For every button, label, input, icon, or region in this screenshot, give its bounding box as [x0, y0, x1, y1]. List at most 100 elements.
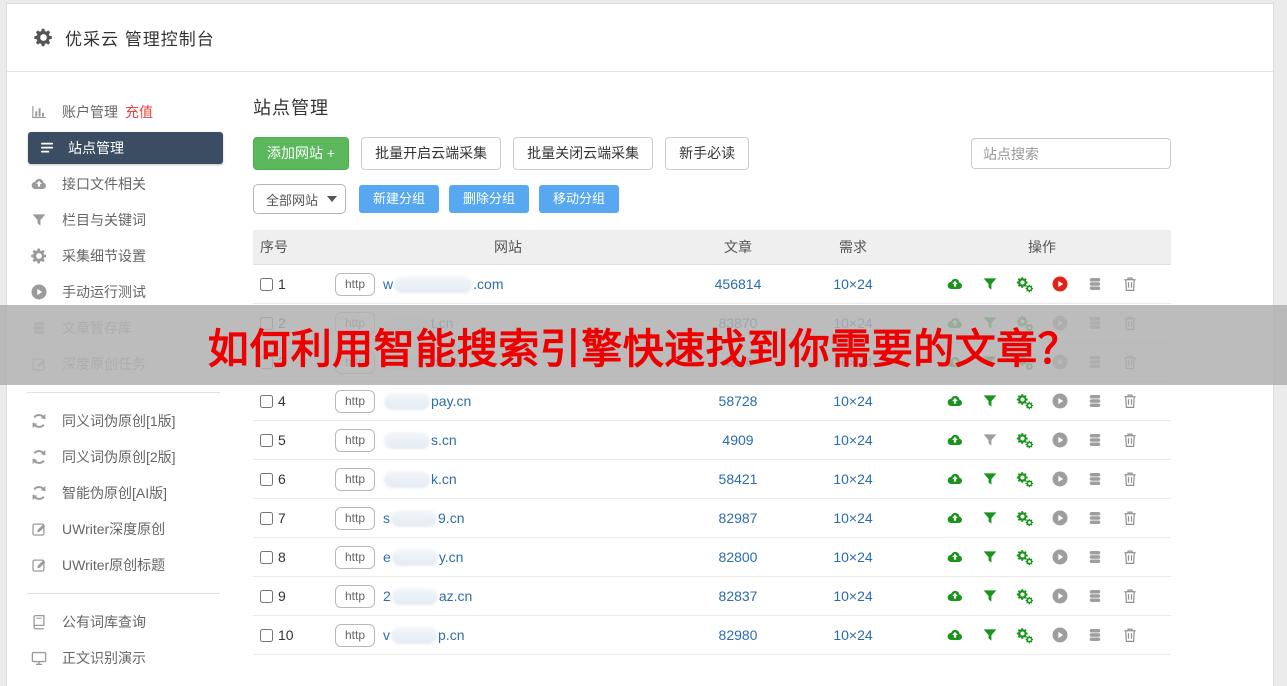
row-checkbox[interactable] [260, 433, 273, 447]
http-protocol-button[interactable]: http [335, 506, 376, 530]
filter-icon[interactable] [981, 548, 999, 566]
sidebar-item-account[interactable]: 账户管理 充值 [7, 94, 240, 130]
filter-icon[interactable] [981, 275, 999, 293]
row-checkbox[interactable] [260, 472, 273, 486]
articles-count-link[interactable]: 82800 [719, 549, 758, 565]
article-store-icon[interactable] [1086, 470, 1104, 488]
batch-open-collect-button[interactable]: 批量开启云端采集 [361, 137, 502, 170]
site-group-select[interactable]: 全部网站 [253, 184, 346, 214]
trash-icon[interactable] [1121, 509, 1139, 527]
trash-icon[interactable] [1121, 587, 1139, 605]
http-protocol-button[interactable]: http [335, 428, 376, 452]
demand-value-link[interactable]: 10×24 [833, 393, 872, 409]
cloud-upload-icon[interactable] [946, 431, 964, 449]
cloud-upload-icon[interactable] [946, 470, 964, 488]
articles-count-link[interactable]: 4909 [722, 432, 753, 448]
site-search-input[interactable] [971, 138, 1171, 169]
play-icon[interactable] [1051, 509, 1069, 527]
http-protocol-button[interactable]: http [335, 545, 376, 569]
articles-count-link[interactable]: 58421 [719, 471, 758, 487]
site-domain-link[interactable]: e y.cn [383, 548, 463, 566]
sidebar-item-1-0[interactable]: 同义词伪原创[1版] [7, 403, 240, 439]
settings-gears-icon[interactable] [1016, 509, 1034, 527]
article-store-icon[interactable] [1086, 392, 1104, 410]
sidebar-item-1-3[interactable]: UWriter深度原创 [7, 511, 240, 547]
add-site-button[interactable]: 添加网站 + [253, 137, 350, 170]
trash-icon[interactable] [1121, 392, 1139, 410]
novice-guide-button[interactable]: 新手必读 [665, 137, 750, 170]
filter-icon[interactable] [981, 431, 999, 449]
move-group-button[interactable]: 移动分组 [539, 185, 620, 213]
demand-value-link[interactable]: 10×24 [833, 627, 872, 643]
new-group-button[interactable]: 新建分组 [359, 185, 440, 213]
row-checkbox[interactable] [260, 550, 273, 564]
article-store-icon[interactable] [1086, 509, 1104, 527]
delete-group-button[interactable]: 删除分组 [449, 185, 530, 213]
trash-icon[interactable] [1121, 431, 1139, 449]
sidebar-item-2-1[interactable]: 正文识别演示 [7, 640, 240, 676]
site-domain-link[interactable]: pay.cn [383, 392, 471, 410]
settings-gears-icon[interactable] [1016, 275, 1034, 293]
filter-icon[interactable] [981, 587, 999, 605]
row-checkbox[interactable] [260, 589, 273, 603]
cloud-upload-icon[interactable] [946, 548, 964, 566]
sidebar-item-2-0[interactable]: 公有词库查询 [7, 604, 240, 640]
article-store-icon[interactable] [1086, 587, 1104, 605]
http-protocol-button[interactable]: http [335, 584, 376, 608]
settings-gears-icon[interactable] [1016, 626, 1034, 644]
settings-gears-icon[interactable] [1016, 392, 1034, 410]
settings-gears-icon[interactable] [1016, 548, 1034, 566]
sidebar-item-1-1[interactable]: 同义词伪原创[2版] [7, 439, 240, 475]
site-domain-link[interactable]: w .com [383, 275, 503, 293]
play-icon[interactable] [1051, 587, 1069, 605]
site-domain-link[interactable]: v p.cn [383, 626, 464, 644]
cloud-upload-icon[interactable] [946, 587, 964, 605]
trash-icon[interactable] [1121, 548, 1139, 566]
row-checkbox[interactable] [260, 628, 273, 642]
sidebar-item-0-2[interactable]: 栏目与关键词 [7, 202, 240, 238]
trash-icon[interactable] [1121, 626, 1139, 644]
demand-value-link[interactable]: 10×24 [833, 510, 872, 526]
demand-value-link[interactable]: 10×24 [833, 471, 872, 487]
demand-value-link[interactable]: 10×24 [833, 432, 872, 448]
play-icon[interactable] [1051, 626, 1069, 644]
filter-icon[interactable] [981, 626, 999, 644]
row-checkbox[interactable] [260, 511, 273, 525]
play-icon[interactable] [1051, 548, 1069, 566]
filter-icon[interactable] [981, 470, 999, 488]
cloud-upload-icon[interactable] [946, 509, 964, 527]
demand-value-link[interactable]: 10×24 [833, 549, 872, 565]
sidebar-item-0-3[interactable]: 采集细节设置 [7, 238, 240, 274]
sidebar-item-0-1[interactable]: 接口文件相关 [7, 166, 240, 202]
demand-value-link[interactable]: 10×24 [833, 588, 872, 604]
row-checkbox[interactable] [260, 277, 273, 291]
play-icon[interactable] [1051, 275, 1069, 293]
site-domain-link[interactable]: s.cn [383, 431, 457, 449]
article-store-icon[interactable] [1086, 626, 1104, 644]
http-protocol-button[interactable]: http [335, 623, 376, 647]
play-icon[interactable] [1051, 392, 1069, 410]
cloud-upload-icon[interactable] [946, 275, 964, 293]
http-protocol-button[interactable]: http [335, 467, 376, 491]
trash-icon[interactable] [1121, 470, 1139, 488]
site-domain-link[interactable]: k.cn [383, 470, 457, 488]
site-domain-link[interactable]: s 9.cn [383, 509, 464, 527]
articles-count-link[interactable]: 82980 [719, 627, 758, 643]
settings-gears-icon[interactable] [1016, 470, 1034, 488]
articles-count-link[interactable]: 82837 [719, 588, 758, 604]
article-store-icon[interactable] [1086, 548, 1104, 566]
play-icon[interactable] [1051, 431, 1069, 449]
batch-close-collect-button[interactable]: 批量关闭云端采集 [513, 137, 654, 170]
articles-count-link[interactable]: 82987 [719, 510, 758, 526]
sidebar-item-1-2[interactable]: 智能伪原创[AI版] [7, 475, 240, 511]
http-protocol-button[interactable]: http [335, 389, 376, 413]
articles-count-link[interactable]: 58728 [719, 393, 758, 409]
play-icon[interactable] [1051, 470, 1069, 488]
sidebar-item-0-0[interactable]: 站点管理 [28, 132, 223, 164]
http-protocol-button[interactable]: http [335, 272, 376, 296]
sidebar-item-1-4[interactable]: UWriter原创标题 [7, 547, 240, 583]
article-store-icon[interactable] [1086, 431, 1104, 449]
settings-gears-icon[interactable] [1016, 587, 1034, 605]
article-store-icon[interactable] [1086, 275, 1104, 293]
site-domain-link[interactable]: 2 az.cn [383, 587, 472, 605]
